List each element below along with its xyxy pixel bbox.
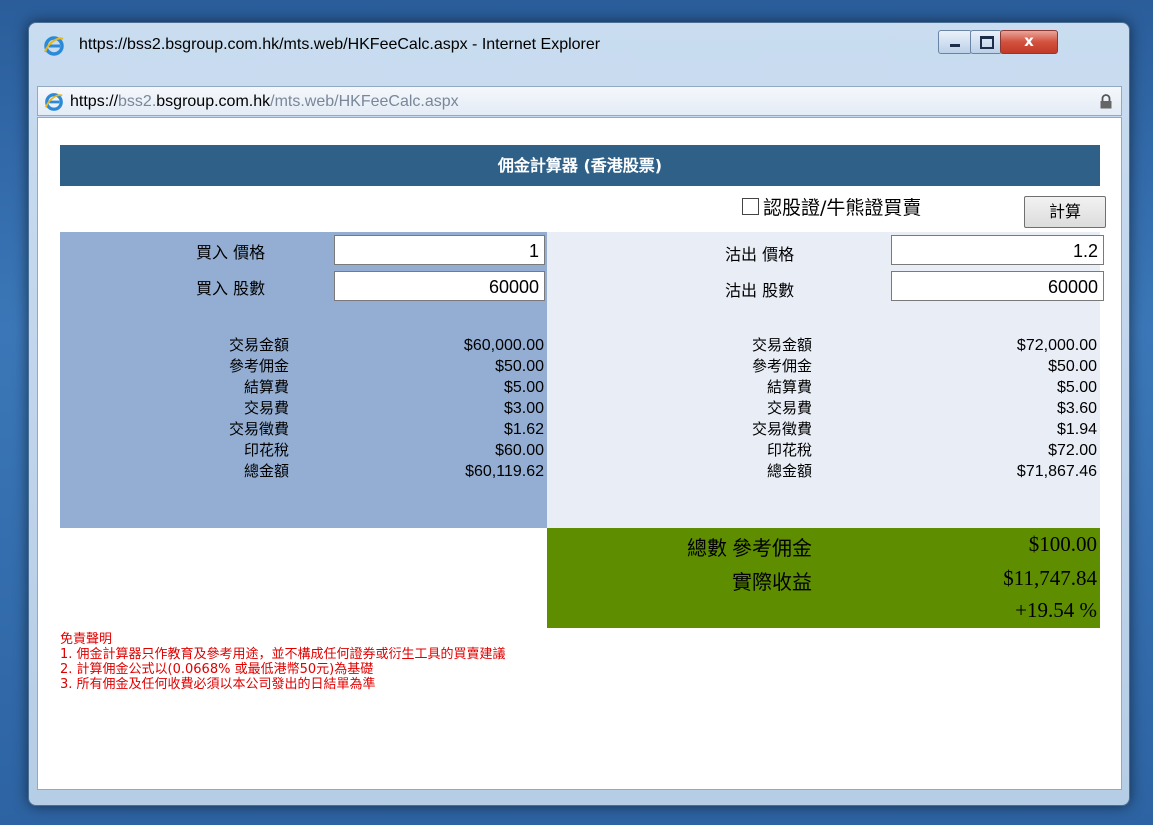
buy-row-value: $5.00 [503, 379, 544, 396]
disclaimer-line: 1. 佣金計算器只作教育及參考用途，並不構成任何證券或衍生工具的買賣建議 [60, 647, 506, 662]
total-commission-label: 總數 參考佣金 [687, 538, 812, 560]
buy-row-label: 交易徵費 [228, 420, 289, 438]
buy-panel: 買入 價格 1 買入 股數 60000 交易金額 $60,000.00 參考佣金… [60, 232, 547, 528]
disclaimer: 免責聲明 1. 佣金計算器只作教育及參考用途，並不構成任何證券或衍生工具的買賣建… [60, 632, 506, 692]
sell-row-value: $72,000.00 [1016, 337, 1097, 354]
profit-label: 實際收益 [732, 572, 812, 594]
sell-row-value: $50.00 [1048, 358, 1097, 375]
title-bar[interactable]: https://bss2.bsgroup.com.hk/mts.web/HKFe… [29, 23, 1129, 59]
sell-row-value: $3.60 [1056, 400, 1097, 417]
window-title: https://bss2.bsgroup.com.hk/mts.web/HKFe… [79, 36, 601, 53]
sell-row-value: $72.00 [1048, 442, 1097, 459]
sell-qty-input[interactable]: 60000 [891, 271, 1104, 301]
ie-logo-icon [43, 35, 65, 62]
url-path: /mts.web/HKFeeCalc.aspx [270, 93, 459, 110]
close-icon: x [1024, 32, 1034, 50]
buy-qty-label: 買入 股數 [196, 279, 266, 298]
disclaimer-title: 免責聲明 [60, 632, 113, 647]
sell-panel: 沽出 價格 1.2 沽出 股數 60000 交易金額 $72,000.00 參考… [547, 232, 1104, 528]
buy-row-value: $60,119.62 [465, 463, 544, 480]
buy-row-value: $60.00 [495, 442, 544, 459]
url-domain: bsgroup.com.hk [156, 93, 271, 110]
maximize-icon [980, 36, 994, 49]
buy-price-input[interactable]: 1 [334, 235, 545, 265]
profit-value: $11,747.84 [1003, 566, 1097, 590]
sell-row-label: 結算費 [766, 378, 812, 396]
browser-window: https://bss2.bsgroup.com.hk/mts.web/HKFe… [28, 22, 1130, 806]
disclaimer-line: 2. 計算佣金公式以(0.0668% 或最低港幣50元)為基礎 [60, 662, 374, 677]
minimize-button[interactable] [938, 30, 972, 54]
warrant-toggle[interactable]: 認股證/牛熊證買賣 [742, 193, 921, 220]
disclaimer-line: 3. 所有佣金及任何收費必須以本公司發出的日結單為準 [60, 677, 376, 692]
ie-page-icon [44, 92, 64, 117]
buy-row-value: $60,000.00 [463, 337, 544, 354]
sell-row-value: $5.00 [1056, 379, 1097, 396]
buy-row-label: 交易費 [243, 399, 289, 417]
buy-row-label: 參考佣金 [228, 357, 289, 375]
buy-row-label: 結算費 [243, 378, 289, 396]
buy-row-value: $50.00 [495, 358, 544, 375]
url-scheme: https:// [70, 93, 119, 110]
close-button[interactable]: x [1000, 30, 1058, 54]
maximize-button[interactable] [970, 30, 1002, 54]
total-commission-value: $100.00 [1028, 532, 1097, 556]
buy-row-label: 交易金額 [228, 336, 289, 354]
sell-price-input[interactable]: 1.2 [891, 235, 1104, 265]
buy-price-label: 買入 價格 [196, 243, 266, 262]
calculate-button[interactable]: 計算 [1024, 196, 1106, 228]
warrant-checkbox[interactable] [742, 198, 759, 215]
sell-price-label: 沽出 價格 [725, 245, 795, 264]
buy-row-value: $1.62 [503, 421, 544, 438]
buy-qty-input[interactable]: 60000 [334, 271, 545, 301]
profit-percent: +19.54 % [1015, 598, 1097, 622]
page-content: 佣金計算器 (香港股票) 認股證/牛熊證買賣 計算 買入 價格 1 買入 股數 … [37, 117, 1122, 790]
buy-row-label: 印花稅 [243, 441, 289, 459]
sell-row-label: 印花稅 [766, 441, 812, 459]
lock-icon[interactable] [1099, 94, 1113, 114]
url-text[interactable]: https://bss2.bsgroup.com.hk/mts.web/HKFe… [70, 93, 459, 111]
minimize-icon [950, 44, 960, 47]
sell-row-label: 交易金額 [751, 336, 812, 354]
address-bar[interactable]: https://bss2.bsgroup.com.hk/mts.web/HKFe… [37, 86, 1122, 116]
sell-row-value: $1.94 [1056, 421, 1097, 438]
sell-qty-label: 沽出 股數 [725, 281, 795, 300]
sell-row-label: 總金額 [766, 462, 812, 480]
summary-panel: 總數 參考佣金 $100.00 實際收益 $11,747.84 +19.54 % [547, 528, 1100, 628]
sell-row-label: 交易徵費 [751, 420, 812, 438]
url-subdomain: bss2. [118, 93, 157, 110]
buy-row-label: 總金額 [243, 462, 289, 480]
sell-row-label: 交易費 [766, 399, 812, 417]
sell-row-value: $71,867.46 [1016, 463, 1097, 480]
sell-row-label: 參考佣金 [751, 357, 812, 375]
page-title: 佣金計算器 (香港股票) [60, 145, 1100, 186]
buy-row-value: $3.00 [503, 400, 544, 417]
warrant-label: 認股證/牛熊證買賣 [763, 197, 922, 219]
